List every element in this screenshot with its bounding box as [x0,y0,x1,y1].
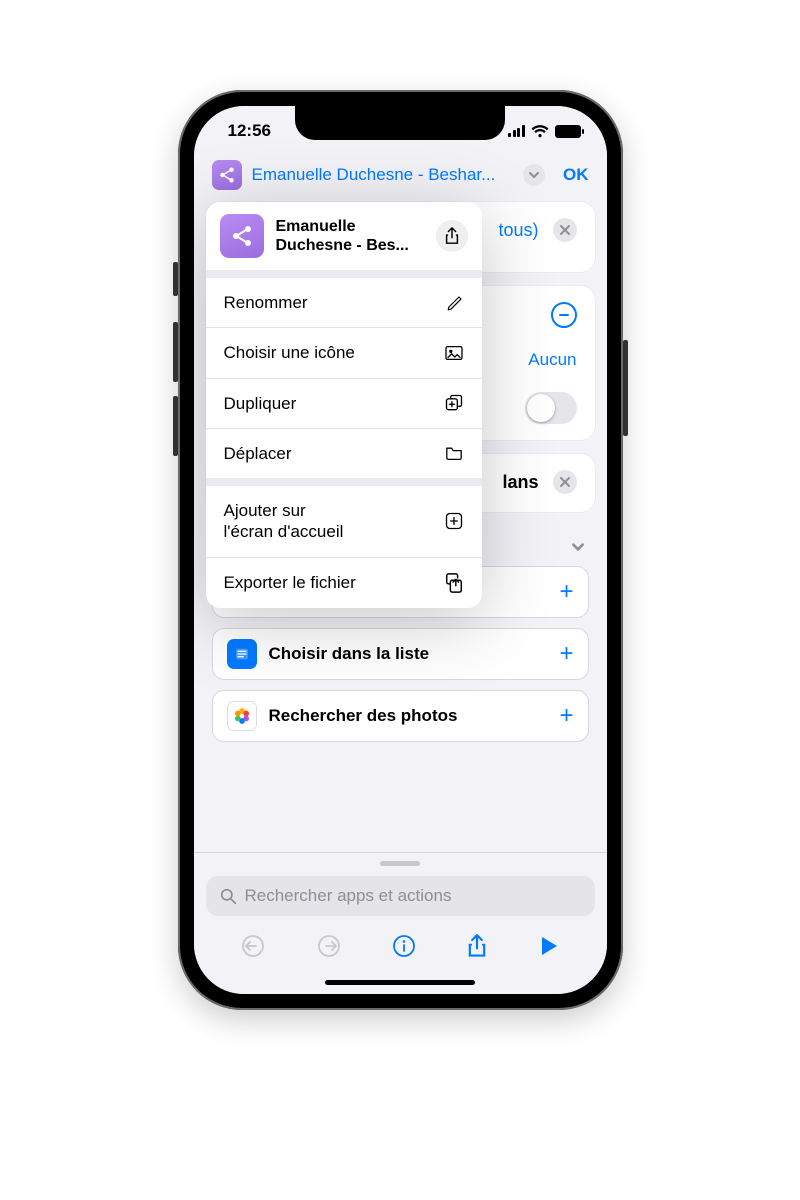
status-icons [508,125,581,138]
collapse-button[interactable] [551,302,577,328]
play-button[interactable] [539,935,559,957]
photos-icon [227,701,257,731]
shortcut-app-icon [220,214,264,258]
menu-item-move[interactable]: Déplacer [206,429,482,478]
phone-frame: 12:56 Emanuelle Duchesne - Beshar... OK [178,90,623,1010]
share-nodes-icon [218,166,236,184]
header-chevron-button[interactable] [523,164,545,186]
bottom-panel: Rechercher apps et actions [194,852,607,994]
side-button-vol-up [173,322,178,382]
folder-icon [444,445,464,461]
add-suggestion-button[interactable]: + [559,640,573,668]
context-menu-title: Emanuelle Duchesne - Bes... [276,217,424,255]
duplicate-icon [444,393,464,413]
menu-group-2: Ajouter sur l'écran d'accueil Exporter l… [206,486,482,608]
chevron-down-icon [528,169,540,181]
shortcut-app-icon[interactable] [212,160,242,190]
add-suggestion-button[interactable]: + [559,702,573,730]
remove-card-button[interactable] [553,470,577,494]
share-icon [467,934,487,958]
status-time: 12:56 [228,121,271,141]
wifi-icon [531,125,549,138]
play-icon [539,935,559,957]
suggestion-item[interactable]: Rechercher des photos + [212,690,589,742]
suggestion-label: Choisir dans la liste [269,644,430,664]
toolbar [206,916,595,984]
search-icon [220,888,237,905]
screen: 12:56 Emanuelle Duchesne - Beshar... OK [194,106,607,994]
chevron-down-icon [571,540,585,554]
close-icon [560,225,570,235]
redo-icon [317,934,341,958]
header-title[interactable]: Emanuelle Duchesne - Beshar... [252,165,514,185]
home-indicator[interactable] [325,980,475,985]
undo-icon [241,934,265,958]
menu-group-1: Renommer Choisir une icône Dupliquer Dép… [206,278,482,478]
close-icon [560,477,570,487]
ok-button[interactable]: OK [563,165,589,185]
menu-separator [206,478,482,486]
info-button[interactable] [392,934,416,958]
toggle-switch[interactable] [525,392,577,424]
card2-value[interactable]: Aucun [528,350,576,370]
grab-handle[interactable] [380,861,420,866]
image-icon [444,345,464,361]
export-file-icon [444,572,464,594]
menu-item-add-homescreen[interactable]: Ajouter sur l'écran d'accueil [206,486,482,558]
menu-item-export-file[interactable]: Exporter le fichier [206,558,482,608]
info-icon [392,934,416,958]
context-menu-header: Emanuelle Duchesne - Bes... [206,202,482,270]
search-input[interactable]: Rechercher apps et actions [206,876,595,916]
minus-icon [558,309,570,321]
suggestion-label: Rechercher des photos [269,706,458,726]
content-area: tous) Aucun [194,202,607,742]
remove-card-button[interactable] [553,218,577,242]
undo-button[interactable] [241,934,265,958]
suggestion-item[interactable]: Choisir dans la liste + [212,628,589,680]
share-button[interactable] [436,220,468,252]
share-nodes-icon [230,224,254,248]
menu-item-duplicate[interactable]: Dupliquer [206,379,482,429]
share-button[interactable] [467,934,487,958]
card3-label: lans [502,472,538,493]
menu-item-rename[interactable]: Renommer [206,278,482,328]
plus-square-icon [444,511,464,531]
search-placeholder: Rechercher apps et actions [245,886,452,906]
menu-item-choose-icon[interactable]: Choisir une icône [206,328,482,378]
redo-button[interactable] [317,934,341,958]
notch [295,106,505,140]
side-button-power [623,340,628,436]
header: Emanuelle Duchesne - Beshar... OK [194,156,607,202]
card1-param[interactable]: tous) [498,220,538,241]
context-menu: Emanuelle Duchesne - Bes... Renommer Cho… [206,202,482,608]
cellular-icon [508,125,525,137]
menu-separator [206,270,482,278]
share-icon [444,227,460,245]
add-suggestion-button[interactable]: + [559,578,573,606]
list-icon [227,639,257,669]
side-button-vol-down [173,396,178,456]
pencil-icon [446,294,464,312]
side-button-silent [173,262,178,296]
battery-icon [555,125,581,138]
